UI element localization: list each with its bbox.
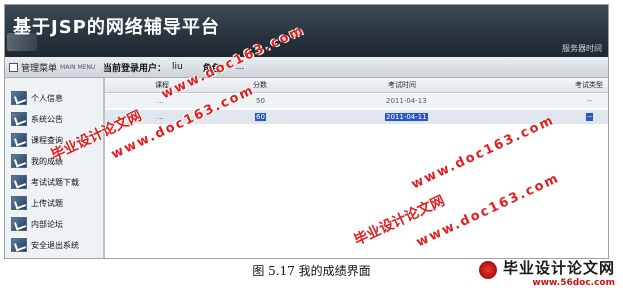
menu-square-icon: [9, 62, 18, 72]
sidebar-item-label: 上传试题: [31, 198, 63, 208]
logo-text: 毕业设计论文网: [502, 259, 615, 277]
sidebar-item-label: 内部论坛: [31, 219, 63, 229]
cell-score: 60: [255, 113, 266, 121]
table-row[interactable]: ... 50 2011-04-13 --: [105, 94, 608, 108]
sidebar-item-exam-download[interactable]: 考试试题下载: [11, 174, 79, 190]
app-header: 基于JSP的网络辅导平台 服务器时间: [5, 5, 608, 57]
sub-toolbar: 管理菜单 MAIN MENU 当前登录用户： liu 角色： ...: [5, 57, 608, 78]
upload-exam-icon: [11, 196, 27, 210]
column-header-time: 考试时间: [388, 81, 416, 89]
sidebar-item-label: 我的成绩: [31, 156, 63, 166]
sidebar: 个人信息 系统公告 课程查询 我的成绩 考试试题下载 上传试题 内部论坛 安全退…: [5, 78, 105, 258]
table-row[interactable]: ... 60 2011-04-11 --: [105, 110, 608, 124]
current-user-label: 当前登录用户：: [103, 63, 167, 74]
app-window: 基于JSP的网络辅导平台 服务器时间 管理菜单 MAIN MENU 当前登录用户…: [4, 4, 609, 259]
announcements-icon: [11, 112, 27, 126]
cell-time: 2011-04-11: [385, 113, 428, 121]
sidebar-item-upload-exam[interactable]: 上传试题: [11, 195, 63, 211]
current-user-value: liu: [172, 62, 183, 72]
sidebar-item-personal-info[interactable]: 个人信息: [11, 90, 63, 106]
cell-course: ...: [157, 113, 164, 121]
role-value: ...: [235, 62, 245, 72]
course-query-icon: [11, 133, 27, 147]
sidebar-item-my-grades[interactable]: 我的成绩: [11, 153, 63, 169]
logout-icon: [11, 238, 27, 252]
sidebar-item-forum[interactable]: 内部论坛: [11, 216, 63, 232]
sidebar-item-logout[interactable]: 安全退出系统: [11, 237, 79, 253]
cell-course: ...: [157, 97, 164, 105]
sidebar-item-label: 安全退出系统: [31, 240, 79, 250]
menu-sublabel: MAIN MENU: [60, 63, 96, 71]
menu-label: 管理菜单: [21, 63, 58, 74]
cell-time: 2011-04-13: [386, 97, 427, 105]
menu-header: 管理菜单 MAIN MENU: [5, 57, 101, 77]
cell-type: --: [587, 97, 593, 105]
column-header-course: 课程: [155, 81, 169, 89]
user-info-bar: 当前登录用户： liu 角色： ...: [103, 57, 244, 77]
app-title: 基于JSP的网络辅导平台: [13, 17, 220, 38]
my-grades-icon: [11, 154, 27, 168]
sidebar-item-announcements[interactable]: 系统公告: [11, 111, 63, 127]
sidebar-item-label: 个人信息: [31, 93, 63, 103]
server-time-label: 服务器时间: [562, 44, 602, 53]
forum-icon: [11, 217, 27, 231]
sidebar-item-course-query[interactable]: 课程查询: [11, 132, 63, 148]
exam-download-icon: [11, 175, 27, 189]
role-label: 角色：: [202, 63, 230, 74]
logo-url: www.56doc.com: [532, 278, 615, 288]
cell-score: 50: [256, 97, 265, 105]
column-header-score: 分数: [253, 81, 267, 89]
logo-mark-icon: [479, 261, 497, 279]
personal-info-icon: [11, 91, 27, 105]
table-header: 课程 分数 考试时间 考试类型: [105, 78, 608, 93]
column-header-type: 考试类型: [575, 81, 603, 89]
sidebar-item-label: 系统公告: [31, 114, 63, 124]
sidebar-item-label: 考试试题下载: [31, 177, 79, 187]
sidebar-item-label: 课程查询: [31, 135, 63, 145]
site-logo: 毕业设计论文网 www.56doc.com: [479, 257, 615, 288]
grades-panel: 课程 分数 考试时间 考试类型 ... 50 2011-04-13 -- ...…: [105, 78, 608, 258]
cell-type: --: [586, 113, 594, 121]
